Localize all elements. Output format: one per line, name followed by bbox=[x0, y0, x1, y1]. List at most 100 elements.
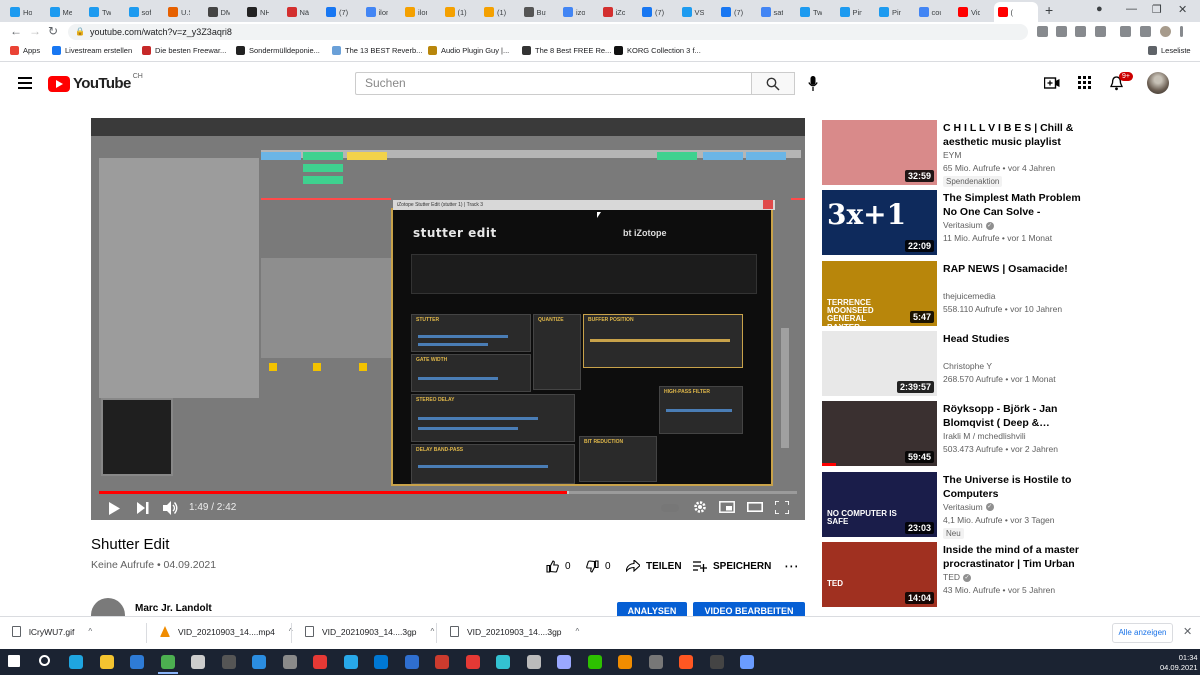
menu-dots-icon[interactable] bbox=[1180, 26, 1183, 37]
taskbar-wechat-icon[interactable] bbox=[587, 655, 602, 669]
browser-tab[interactable]: DMA bbox=[204, 2, 230, 22]
back-button[interactable]: ← bbox=[10, 24, 22, 38]
bookmark-item[interactable]: Livestream erstellen bbox=[52, 46, 132, 55]
taskbar-clipchamp-icon[interactable] bbox=[496, 655, 510, 669]
recommended-video-channel[interactable]: Veritasium ✓ bbox=[943, 502, 994, 512]
video-thumbnail[interactable]: 3x+1 22:09 bbox=[822, 190, 937, 256]
download-item[interactable]: VID_20210903_14....3gp ^ bbox=[305, 626, 434, 637]
share-button[interactable]: TEILEN bbox=[626, 560, 682, 572]
chevron-up-icon[interactable]: ^ bbox=[576, 627, 580, 636]
microphone-icon[interactable] bbox=[808, 76, 818, 91]
bookmark-star-icon[interactable] bbox=[1095, 26, 1106, 37]
taskbar-notepad-icon[interactable] bbox=[465, 655, 480, 669]
bookmark-item[interactable]: Apps bbox=[10, 46, 40, 55]
recommended-video-channel[interactable]: Veritasium ✓ bbox=[943, 220, 994, 230]
menu-icon[interactable] bbox=[18, 77, 32, 89]
taskbar-live-icon[interactable] bbox=[221, 655, 236, 669]
recommended-video-title[interactable]: C H I L L V I B E S | Chill & aesthetic … bbox=[943, 121, 1083, 149]
download-item[interactable]: VID_20210903_14....mp4^ bbox=[160, 626, 293, 637]
taskbar-chrome-icon[interactable] bbox=[157, 655, 178, 674]
reading-list[interactable]: Leseliste bbox=[1148, 46, 1191, 55]
browser-tab[interactable]: ilons bbox=[362, 2, 388, 22]
like-button[interactable]: 0 bbox=[546, 560, 571, 573]
browser-tab[interactable]: Pink bbox=[875, 2, 901, 22]
browser-tab[interactable]: Twe bbox=[85, 2, 111, 22]
recommended-video-title[interactable]: Röyksopp - Björk - Jan Blomqvist ( Deep … bbox=[943, 402, 1083, 430]
translate-icon[interactable] bbox=[1056, 26, 1067, 37]
video-thumbnail[interactable]: 2:39:57 bbox=[822, 330, 937, 396]
recommended-video-channel[interactable]: Christophe Y bbox=[943, 361, 992, 371]
taskbar-settings-icon[interactable] bbox=[282, 655, 297, 669]
play-icon[interactable] bbox=[109, 502, 120, 515]
miniplayer-icon[interactable] bbox=[719, 501, 735, 513]
recommended-video-channel[interactable]: thejuicemedia bbox=[943, 291, 995, 301]
extensions-puzzle-icon[interactable] bbox=[1120, 26, 1131, 37]
media-icon[interactable] bbox=[1140, 26, 1151, 37]
browser-tab[interactable]: ilons bbox=[401, 2, 427, 22]
browser-tab[interactable]: Twe bbox=[796, 2, 822, 22]
taskbar-obs-icon[interactable] bbox=[709, 655, 724, 669]
theater-mode-icon[interactable] bbox=[747, 502, 763, 512]
create-video-icon[interactable] bbox=[1044, 76, 1060, 90]
recommended-video[interactable]: NO COMPUTER IS SAFE 23:03 The Universe is … bbox=[822, 471, 1200, 539]
taskbar-mail-icon[interactable] bbox=[130, 655, 144, 669]
apps-grid-icon[interactable] bbox=[1078, 76, 1091, 89]
taskbar-arrow-app-icon[interactable] bbox=[740, 655, 754, 669]
video-player[interactable]: iZotope Stutter Edit (stutter 1) | Track… bbox=[91, 118, 805, 520]
browser-tab[interactable]: Hom bbox=[6, 2, 32, 22]
profile-avatar-icon[interactable] bbox=[1160, 26, 1171, 37]
recommended-video-channel[interactable]: EYM bbox=[943, 150, 961, 160]
taskbar-inkscape-icon[interactable] bbox=[191, 655, 205, 669]
download-item[interactable]: VID_20210903_14....3gp ^ bbox=[450, 626, 579, 637]
browser-tab[interactable]: (1) S bbox=[480, 2, 506, 22]
recommended-video-title[interactable]: The Universe is Hostile to Computers bbox=[943, 473, 1083, 501]
close-downloads-icon[interactable]: ✕ bbox=[1183, 625, 1192, 638]
bookmark-item[interactable]: Sondermülldeponie... bbox=[236, 46, 320, 55]
browser-tab[interactable]: U.S. bbox=[164, 2, 190, 22]
browser-tab[interactable]: VST bbox=[678, 2, 704, 22]
taskbar-file-explorer-icon[interactable] bbox=[99, 655, 114, 669]
recommended-video-channel[interactable]: TED ✓ bbox=[943, 572, 971, 582]
browser-tab[interactable]: Näc bbox=[283, 2, 309, 22]
browser-tab[interactable]: sata bbox=[757, 2, 783, 22]
extension-icon[interactable] bbox=[1037, 26, 1048, 37]
video-thumbnail[interactable]: TED 14:04 bbox=[822, 541, 937, 607]
browser-tab[interactable]: ( bbox=[993, 2, 1038, 22]
browser-tab[interactable]: (7) i bbox=[638, 2, 664, 22]
system-clock[interactable]: 01:34 04.09.2021 bbox=[1160, 653, 1198, 673]
taskbar-3d-viewer-icon[interactable] bbox=[557, 655, 571, 669]
show-all-downloads-button[interactable]: Alle anzeigen bbox=[1112, 623, 1173, 643]
recommended-video-title[interactable]: The Simplest Math Problem No One Can Sol… bbox=[943, 191, 1083, 219]
bookmark-item[interactable]: The 8 Best FREE Re... bbox=[522, 46, 611, 55]
search-button[interactable] bbox=[751, 72, 795, 95]
taskbar-skype-icon[interactable] bbox=[374, 655, 388, 669]
bookmark-item[interactable]: KORG Collection 3 f... bbox=[614, 46, 701, 55]
taskbar-box-icon[interactable] bbox=[526, 655, 541, 669]
video-thumbnail[interactable]: 32:59 bbox=[822, 120, 937, 185]
taskbar-vlc-icon[interactable] bbox=[618, 655, 632, 669]
next-icon[interactable] bbox=[137, 502, 149, 514]
download-item[interactable]: lCryWU7.gif ^ bbox=[12, 626, 92, 637]
taskbar-photos-icon[interactable] bbox=[404, 655, 419, 669]
restore-icon[interactable]: ❐ bbox=[1152, 3, 1162, 16]
settings-gear-icon[interactable] bbox=[693, 500, 707, 514]
browser-tab[interactable]: Pink bbox=[836, 2, 862, 22]
taskbar-edge-icon[interactable] bbox=[69, 655, 83, 669]
bookmark-item[interactable]: The 13 BEST Reverb... bbox=[332, 46, 422, 55]
browser-tab[interactable]: iZot bbox=[599, 2, 625, 22]
recommended-video[interactable]: 3x+1 22:09 The Simplest Math Problem No On… bbox=[822, 190, 1200, 256]
recommended-video[interactable]: 59:45 Röyksopp - Björk - Jan Blomqvist ( … bbox=[822, 401, 1200, 467]
recommended-video-title[interactable]: Inside the mind of a master procrastinat… bbox=[943, 543, 1083, 571]
recommended-video[interactable]: 2:39:57 Head Studies Christophe Y 268.570 A… bbox=[822, 330, 1200, 397]
browser-tab[interactable]: (7) M bbox=[322, 2, 348, 22]
taskbar-search-icon[interactable] bbox=[38, 655, 50, 666]
taskbar-circle-app-icon[interactable] bbox=[679, 655, 693, 669]
recommended-video[interactable]: TERRENCE MOONSEED GENERAL BAXTER 5:47 RAP … bbox=[822, 260, 1200, 327]
recommended-video[interactable]: 32:59 C H I L L V I B E S | Chill & aesth… bbox=[822, 120, 1200, 187]
recommended-video-title[interactable]: Head Studies bbox=[943, 332, 1083, 346]
chevron-up-icon[interactable]: ^ bbox=[88, 627, 92, 636]
save-button[interactable]: SPEICHERN bbox=[693, 560, 771, 572]
dislike-button[interactable]: 0 bbox=[586, 560, 611, 573]
channel-avatar[interactable] bbox=[91, 598, 125, 618]
edit-video-button[interactable]: VIDEO BEARBEITEN bbox=[693, 602, 805, 616]
